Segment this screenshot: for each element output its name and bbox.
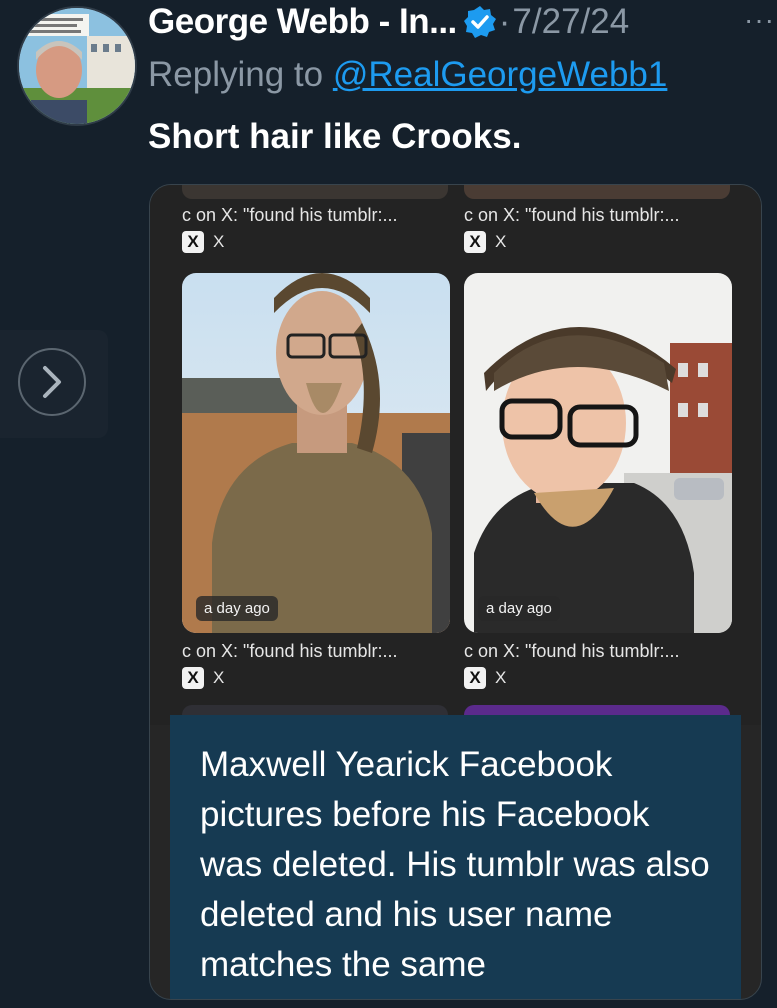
- reply-prefix: Replying to: [148, 55, 324, 94]
- x-logo-icon: X: [182, 667, 204, 689]
- tweet-media[interactable]: c on X: "found his tumblr:... c on X: "f…: [149, 184, 762, 1000]
- result-caption: c on X: "found his tumblr:...: [464, 205, 680, 225]
- carousel-nav-button[interactable]: [0, 330, 108, 438]
- text-card-body: Maxwell Yearick Facebook pictures before…: [200, 745, 710, 984]
- author-name[interactable]: George Webb - In...: [148, 2, 457, 42]
- x-logo-icon: X: [464, 231, 486, 253]
- person-photo: [182, 273, 450, 633]
- tweet-header: George Webb - In... · 7/27/24: [148, 0, 767, 44]
- more-options-icon[interactable]: ···: [744, 4, 775, 36]
- result-caption: c on X: "found his tumblr:...: [464, 641, 680, 661]
- chevron-right-icon: [18, 348, 86, 416]
- text-card: Maxwell Yearick Facebook pictures before…: [170, 715, 741, 999]
- reply-handle-link[interactable]: @RealGeorgeWebb1: [333, 55, 668, 94]
- person-photo: [464, 273, 732, 633]
- source-label: X: [495, 668, 507, 687]
- photo-thumbnail: a day ago: [182, 273, 450, 633]
- source-row: X X: [182, 231, 224, 253]
- x-logo-icon: X: [464, 667, 486, 689]
- reply-context: Replying to @RealGeorgeWebb1: [148, 55, 667, 95]
- source-row: X X: [464, 667, 506, 689]
- cropped-thumbnail: [182, 185, 448, 199]
- source-row: X X: [182, 667, 224, 689]
- timestamp-badge: a day ago: [478, 596, 560, 621]
- photo-thumbnail: a day ago: [464, 273, 732, 633]
- x-logo-icon: X: [182, 231, 204, 253]
- separator-dot: ·: [498, 2, 511, 41]
- source-label: X: [213, 232, 225, 251]
- source-row: X X: [464, 231, 506, 253]
- tweet-text: Short hair like Crooks.: [148, 117, 522, 156]
- avatar-image: [19, 8, 135, 124]
- result-caption: c on X: "found his tumblr:...: [182, 205, 398, 225]
- embedded-screenshot: c on X: "found his tumblr:... c on X: "f…: [150, 185, 761, 725]
- avatar[interactable]: [17, 6, 137, 126]
- verified-badge-icon: [463, 5, 497, 39]
- result-caption: c on X: "found his tumblr:...: [182, 641, 398, 661]
- tweet-date[interactable]: 7/27/24: [512, 2, 629, 42]
- source-label: X: [495, 232, 507, 251]
- cropped-thumbnail: [464, 185, 730, 199]
- timestamp-badge: a day ago: [196, 596, 278, 621]
- source-label: X: [213, 668, 225, 687]
